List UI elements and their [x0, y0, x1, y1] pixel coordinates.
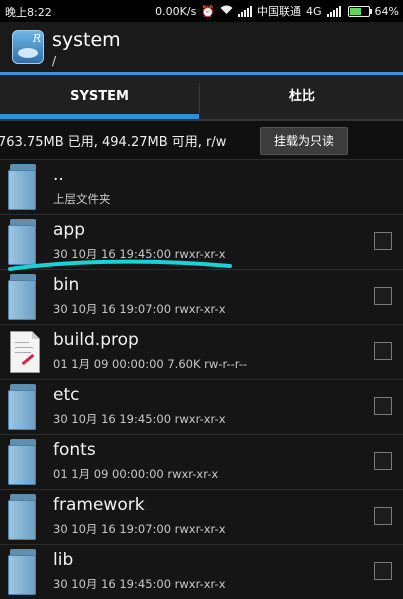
file-row[interactable]: framework 30 10月 16 19:07:00 rwxr-xr-x	[0, 489, 403, 544]
root-explorer-icon[interactable]: R	[12, 30, 44, 64]
file-meta: 30 10月 16 19:45:00 rwxr-xr-x	[53, 577, 226, 591]
tab-dolby[interactable]: 杜比	[201, 75, 403, 121]
file-row[interactable]: fonts 01 1月 09 00:00:00 rwxr-xr-x	[0, 434, 403, 489]
file-row[interactable]: bin 30 10月 16 19:07:00 rwxr-xr-x	[0, 269, 403, 324]
status-time: 晚上8:22	[5, 6, 52, 19]
folder-icon	[8, 164, 38, 210]
file-row[interactable]: app 30 10月 16 19:45:00 rwxr-xr-x	[0, 214, 403, 269]
tab-separator	[199, 83, 200, 113]
mount-readonly-button[interactable]: 挂载为只读	[260, 127, 348, 155]
file-row[interactable]: etc 30 10月 16 19:45:00 rwxr-xr-x	[0, 379, 403, 434]
status-bar: 晚上8:22 0.00K/s ⏰ 中国联通 4G 64%	[0, 0, 403, 22]
file-name: app	[53, 220, 85, 240]
select-checkbox[interactable]	[374, 342, 392, 360]
file-name: fonts	[53, 440, 96, 460]
file-name: build.prop	[53, 330, 139, 350]
file-meta: 01 1月 09 00:00:00 7.60K rw-r--r--	[53, 357, 248, 371]
battery-percent: 64%	[374, 4, 399, 18]
file-name: etc	[53, 385, 80, 405]
alarm-icon: ⏰	[201, 4, 216, 18]
select-checkbox[interactable]	[374, 287, 392, 305]
file-name: lib	[53, 550, 74, 570]
file-row[interactable]: .. 上层文件夹	[0, 159, 403, 214]
folder-icon	[8, 494, 38, 540]
select-checkbox[interactable]	[374, 452, 392, 470]
signal-icon	[238, 5, 253, 17]
file-meta: 30 10月 16 19:07:00 rwxr-xr-x	[53, 302, 226, 316]
folder-title: system	[52, 29, 121, 51]
folder-icon	[8, 274, 38, 320]
folder-icon	[8, 384, 38, 430]
wifi-icon	[220, 5, 233, 18]
select-checkbox[interactable]	[374, 232, 392, 250]
select-checkbox[interactable]	[374, 562, 392, 580]
signal-icon-2	[326, 5, 341, 17]
file-meta: 30 10月 16 19:45:00 rwxr-xr-x	[53, 412, 226, 426]
folder-path: /	[52, 54, 57, 68]
net-speed: 0.00K/s	[155, 4, 197, 18]
folder-icon	[8, 549, 38, 595]
file-row[interactable]: build.prop 01 1月 09 00:00:00 7.60K rw-r--…	[0, 324, 403, 379]
select-checkbox[interactable]	[374, 397, 392, 415]
file-meta: 上层文件夹	[53, 192, 111, 206]
file-name: ..	[53, 165, 64, 185]
folder-icon	[8, 219, 38, 265]
network-type: 4G	[306, 4, 322, 18]
file-name: framework	[53, 495, 145, 515]
select-checkbox[interactable]	[374, 507, 392, 525]
file-meta: 30 10月 16 19:45:00 rwxr-xr-x	[53, 247, 226, 261]
folder-icon	[8, 439, 38, 485]
file-meta: 01 1月 09 00:00:00 rwxr-xr-x	[53, 467, 219, 481]
storage-info: 763.75MB 已用, 494.27MB 可用, r/w	[0, 135, 227, 150]
storage-info-bar: 763.75MB 已用, 494.27MB 可用, r/w 挂载为只读	[0, 121, 403, 159]
file-meta: 30 10月 16 19:07:00 rwxr-xr-x	[53, 522, 226, 536]
file-icon	[8, 329, 40, 375]
carrier-name: 中国联通	[257, 5, 302, 18]
battery-icon	[347, 5, 372, 17]
app-header: R system /	[0, 22, 403, 72]
file-name: bin	[53, 275, 80, 295]
